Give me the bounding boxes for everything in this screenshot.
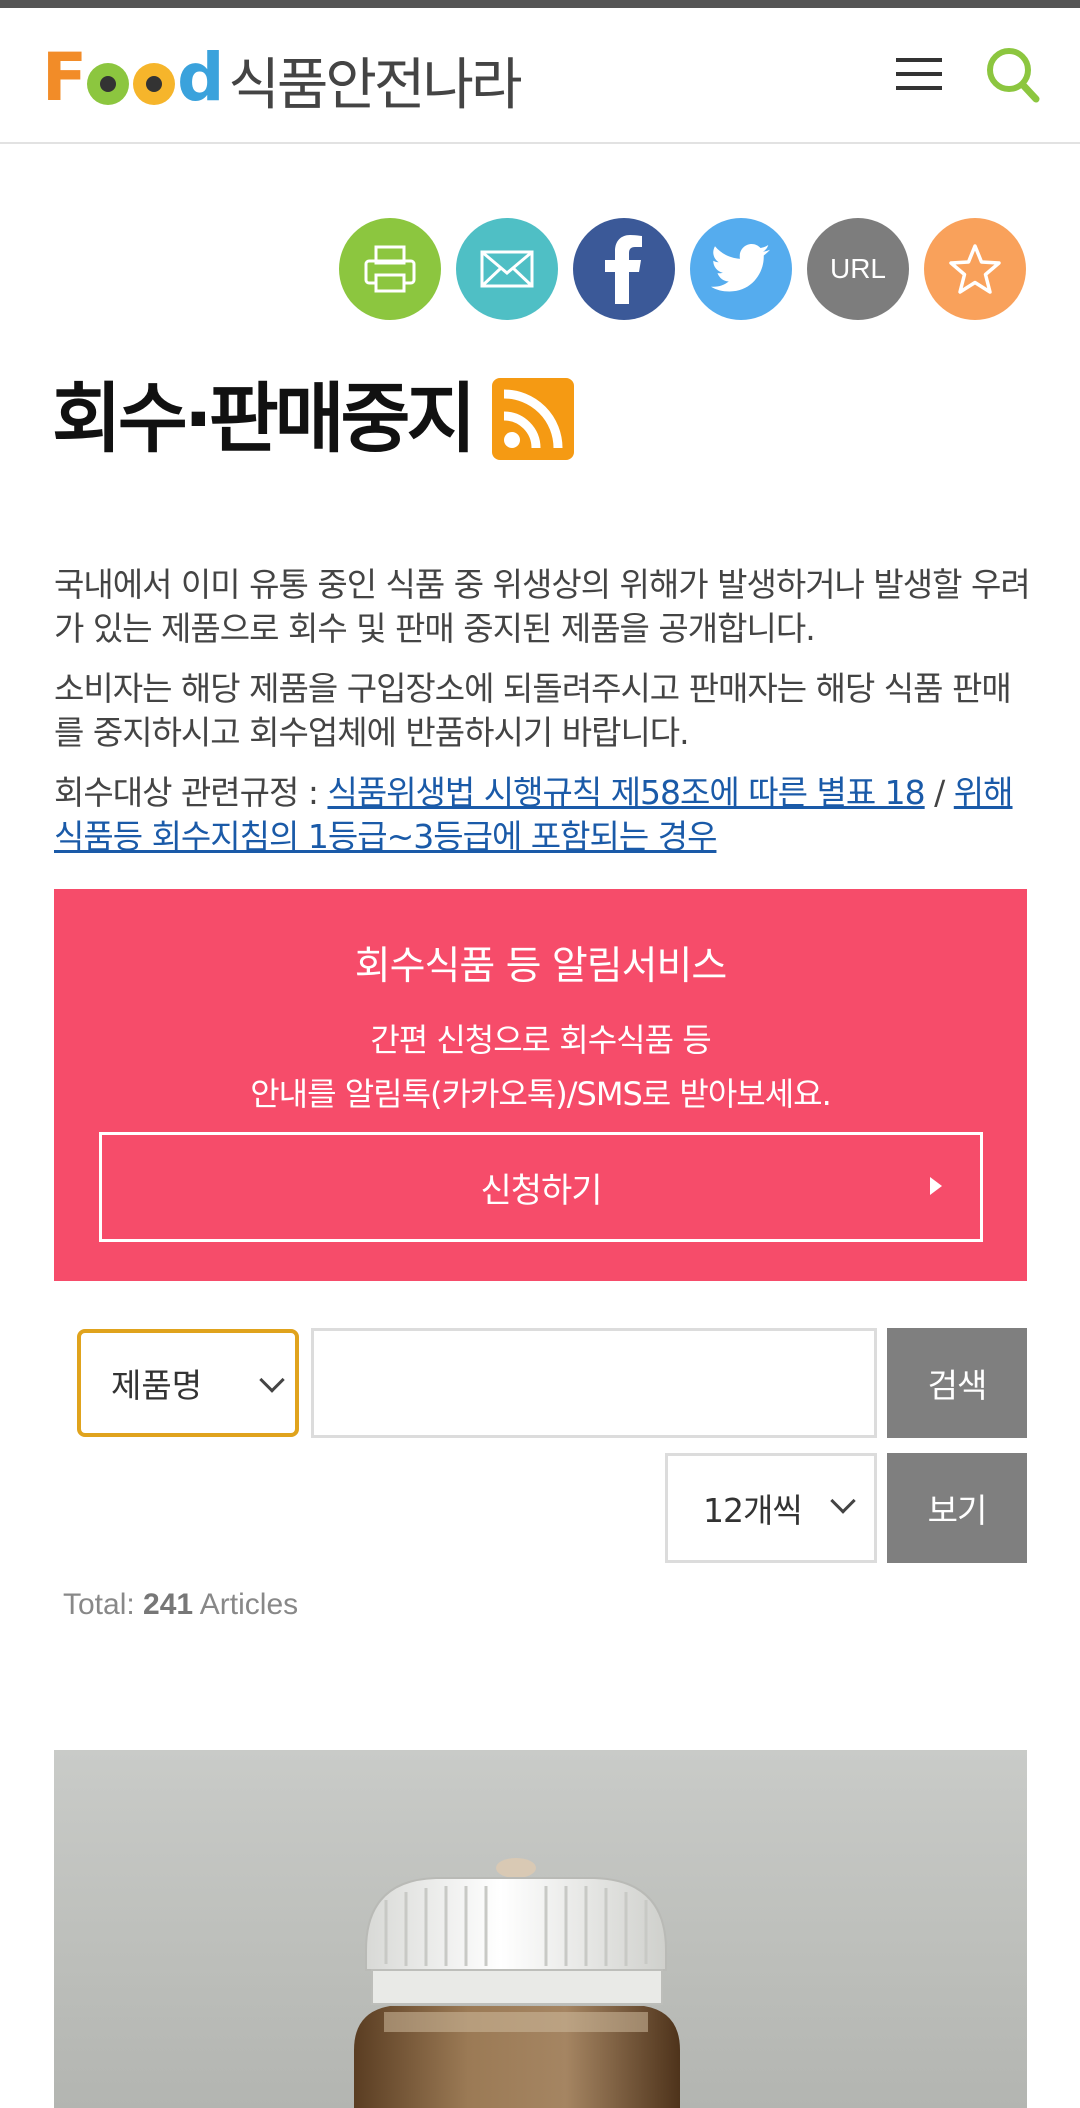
chevron-down-icon: [830, 1488, 856, 1514]
total-count: Total: 241 Articles: [63, 1588, 298, 1622]
recall-alert-service-banner: 회수식품 등 알림서비스 간편 신청으로 회수식품 등 안내를 알림톡(카카오톡…: [54, 889, 1027, 1281]
twitter-share-button[interactable]: [690, 218, 792, 320]
url-copy-button[interactable]: URL: [807, 218, 909, 320]
search-icon[interactable]: [985, 46, 1041, 106]
product-thumbnail[interactable]: [54, 1750, 1027, 2108]
search-field-selected: 제품명: [111, 1366, 203, 1405]
site-header: Fd 식품안전나라: [0, 8, 1080, 144]
page-title-row: 회수·판매중지: [52, 374, 575, 463]
total-suffix: Articles: [193, 1588, 299, 1621]
apply-button[interactable]: 신청하기: [99, 1132, 983, 1242]
hamburger-menu-icon[interactable]: [896, 54, 946, 94]
favorite-button[interactable]: [924, 218, 1026, 320]
total-number: 241: [143, 1588, 194, 1621]
url-icon: URL: [829, 253, 886, 284]
facebook-icon: [605, 235, 642, 304]
alert-service-line-2: 안내를 알림톡(카카오톡)/SMS로 받아보세요.: [250, 1075, 832, 1113]
apply-button-label: 신청하기: [480, 1170, 602, 1211]
alert-service-description: 간편 신청으로 회수식품 등 안내를 알림톡(카카오톡)/SMS로 받아보세요.: [54, 1013, 1027, 1121]
facebook-share-button[interactable]: [573, 218, 675, 320]
search-field-select[interactable]: 제품명: [77, 1329, 299, 1437]
rss-icon: [504, 389, 563, 449]
rule-prefix: 회수대상 관련규정 :: [54, 773, 328, 812]
food-logo-mark: Fd: [42, 39, 224, 116]
rss-feed-button[interactable]: [492, 378, 575, 460]
rule-separator: /: [924, 773, 954, 812]
description-paragraph-2: 소비자는 해당 제품을 구입장소에 되돌려주시고 판매자는 해당 식품 판매를 …: [54, 669, 1012, 752]
logo-text: 식품안전나라: [228, 52, 522, 118]
print-button[interactable]: [339, 218, 441, 320]
per-page-select[interactable]: 12개씩: [665, 1453, 877, 1563]
star-icon: [949, 244, 1001, 294]
recall-rule-paragraph: 회수대상 관련규정 : 식품위생법 시행규칙 제58조에 따른 별표 18 / …: [54, 771, 1034, 859]
arrow-right-icon: [930, 1177, 942, 1195]
printer-icon: [364, 245, 416, 293]
search-keyword-input[interactable]: [311, 1328, 877, 1438]
per-page-selected: 12개씩: [703, 1491, 803, 1530]
alert-service-title: 회수식품 등 알림서비스: [354, 944, 728, 989]
total-prefix: Total:: [63, 1588, 144, 1621]
view-button[interactable]: 보기: [887, 1453, 1027, 1563]
site-logo[interactable]: Fd 식품안전나라: [42, 38, 522, 118]
page-title: 회수·판매중지: [52, 374, 476, 463]
twitter-icon: [711, 244, 770, 292]
alert-service-line-1: 간편 신청으로 회수식품 등: [370, 1021, 711, 1059]
chevron-down-icon: [259, 1367, 285, 1393]
description-paragraph-1: 국내에서 이미 유통 중인 식품 중 위생상의 위해가 발생하거나 발생할 우려…: [54, 565, 1031, 648]
email-share-button[interactable]: [456, 218, 558, 320]
top-accent-bar: [0, 0, 1080, 8]
search-button[interactable]: 검색: [887, 1328, 1027, 1438]
rule-link-enforcement[interactable]: 식품위생법 시행규칙 제58조에 따른 별표 18: [327, 773, 925, 812]
mail-icon: [480, 250, 534, 288]
product-bottle-image: [354, 1858, 680, 2108]
